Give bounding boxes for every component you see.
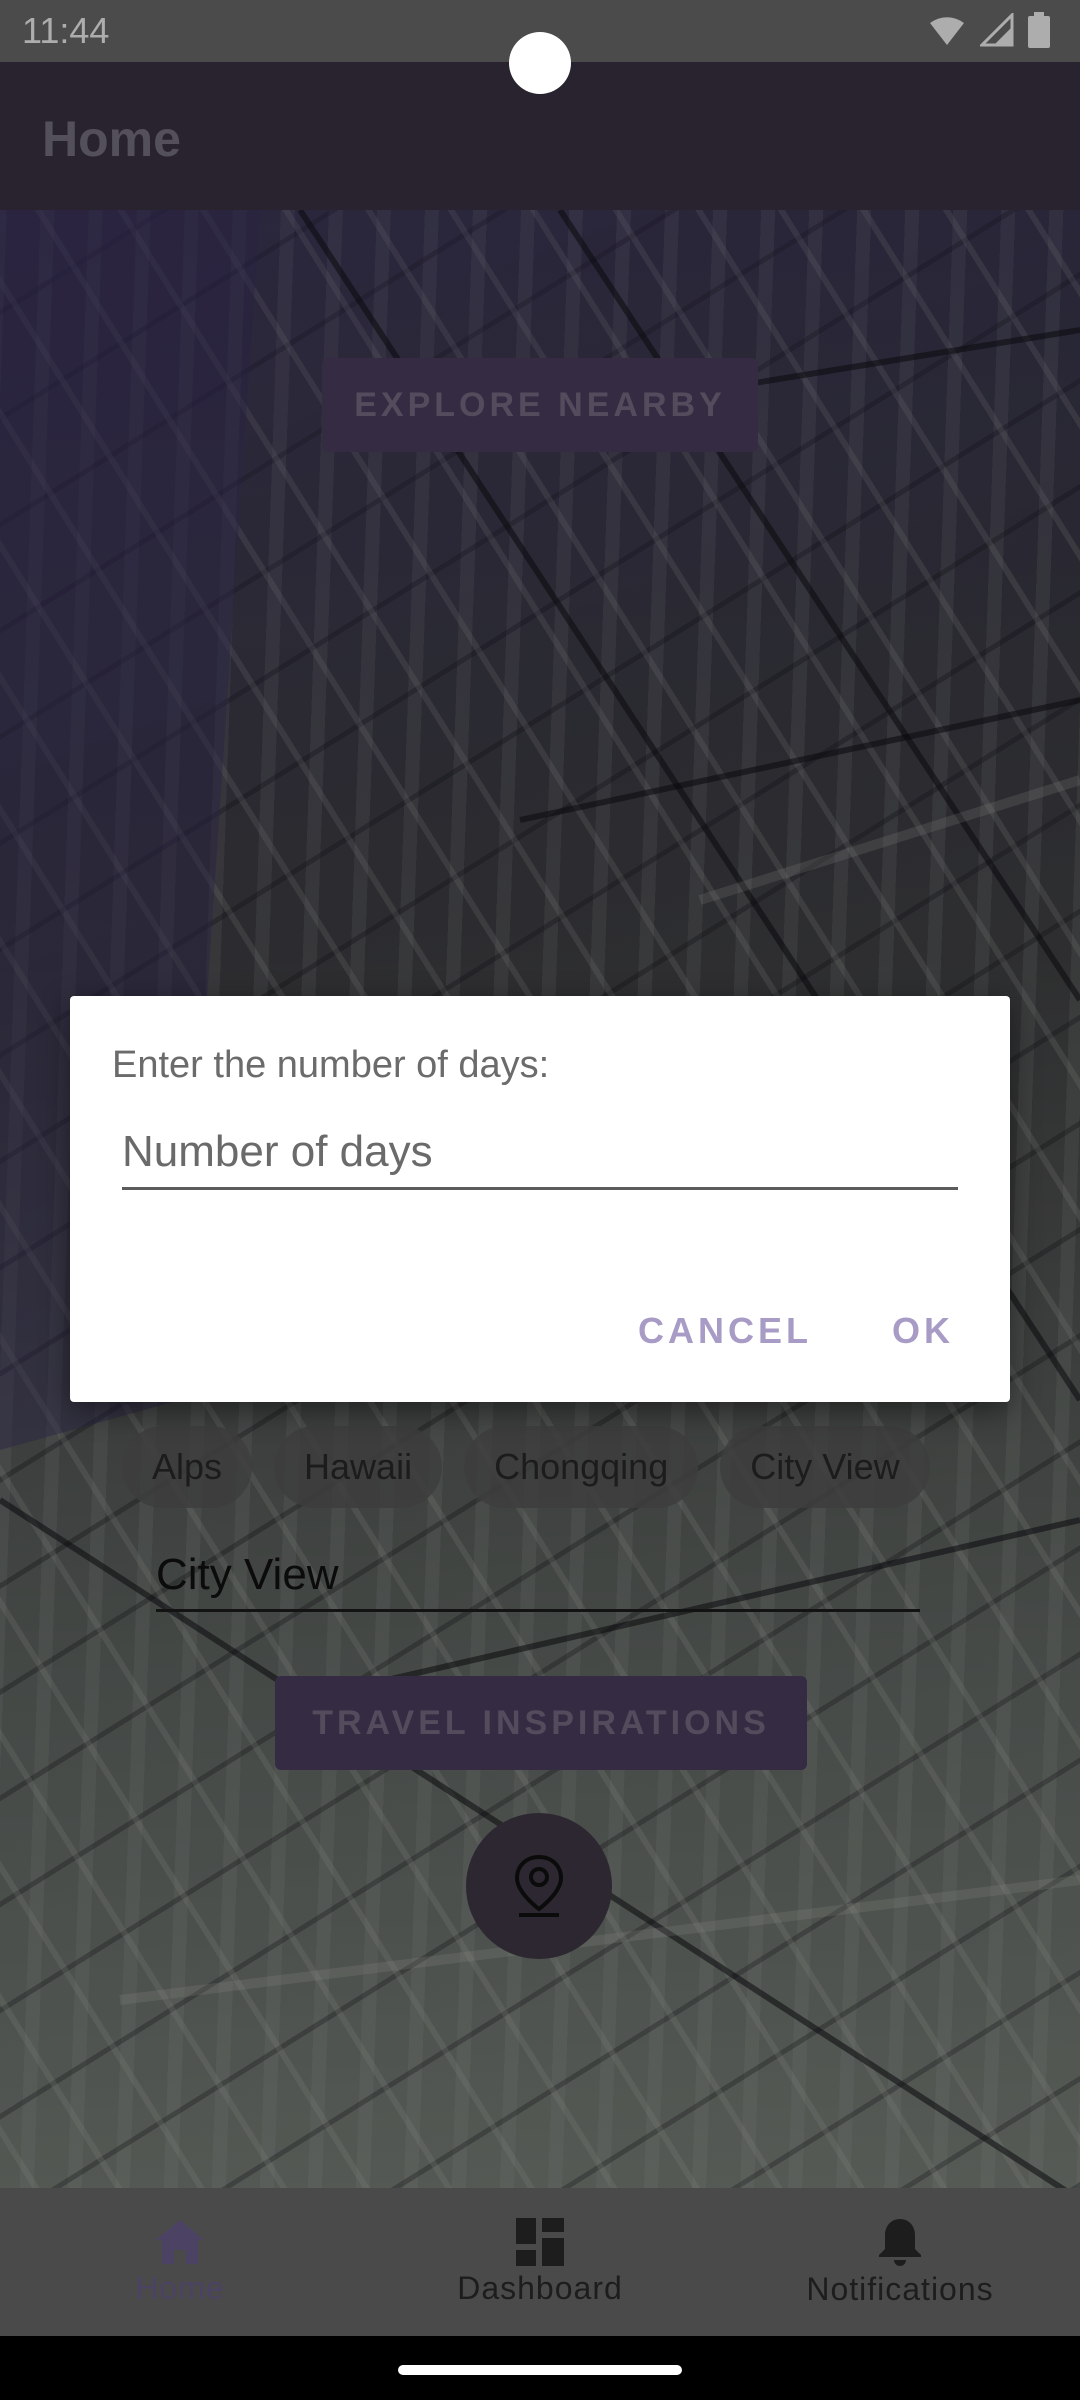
nav-item-label: Home bbox=[135, 2269, 225, 2306]
number-of-days-dialog: Enter the number of days: CANCEL OK bbox=[70, 996, 1010, 1402]
days-input[interactable] bbox=[122, 1122, 958, 1182]
days-input-field bbox=[122, 1122, 958, 1190]
camera-cutout bbox=[509, 32, 571, 94]
bottom-navigation: Home Dashboard Notifications bbox=[0, 2188, 1080, 2336]
nav-item-label: Notifications bbox=[806, 2270, 994, 2307]
bell-icon bbox=[879, 2218, 921, 2266]
gesture-handle[interactable] bbox=[398, 2365, 682, 2375]
nav-item-home[interactable]: Home bbox=[0, 2188, 360, 2336]
home-icon bbox=[156, 2219, 204, 2264]
dialog-actions: CANCEL OK bbox=[638, 1310, 954, 1352]
cancel-button[interactable]: CANCEL bbox=[638, 1310, 812, 1352]
gesture-navigation-bar bbox=[0, 2336, 1080, 2400]
nav-item-notifications[interactable]: Notifications bbox=[720, 2188, 1080, 2336]
nav-item-dashboard[interactable]: Dashboard bbox=[360, 2188, 720, 2336]
dashboard-icon bbox=[516, 2217, 564, 2266]
dialog-message: Enter the number of days: bbox=[112, 1044, 550, 1086]
nav-item-label: Dashboard bbox=[457, 2269, 623, 2306]
ok-button[interactable]: OK bbox=[892, 1310, 954, 1352]
